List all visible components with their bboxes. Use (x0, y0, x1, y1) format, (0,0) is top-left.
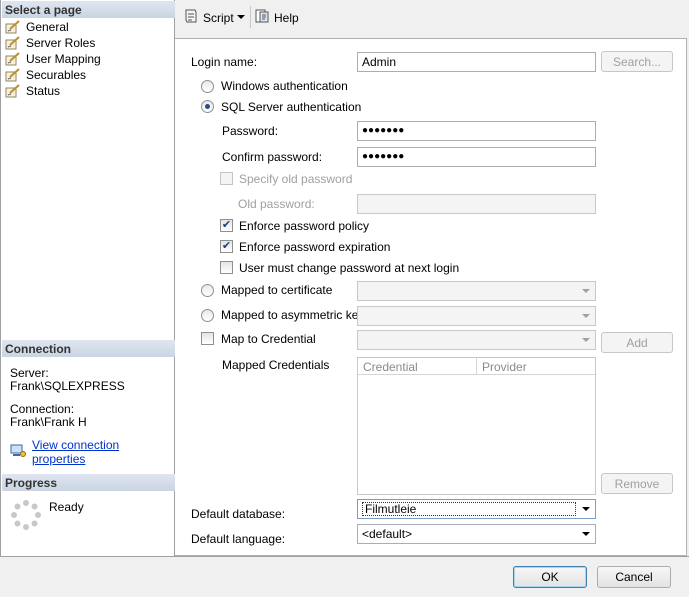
login-name-label: Login name: (191, 55, 258, 69)
script-dropdown-icon[interactable] (237, 15, 245, 19)
search-button[interactable]: Search... (601, 51, 673, 72)
enforce-expiration-checkbox[interactable]: ✔ (220, 240, 233, 253)
page-icon (5, 84, 21, 98)
enforce-expiration-label: Enforce password expiration (239, 240, 391, 254)
progress-status: Ready (49, 500, 84, 514)
server-value: Frank\SQLEXPRESS (10, 379, 125, 393)
default-database-value: Filmutleie (362, 502, 576, 516)
remove-credential-button[interactable]: Remove (601, 473, 673, 494)
help-label: Help (274, 10, 299, 25)
general-page: Login name: Admin Search... Windows auth… (175, 38, 687, 556)
must-change-label: User must change password at next login (239, 261, 460, 275)
page-icon (5, 36, 21, 50)
page-item-label: User Mapping (26, 52, 101, 66)
page-item-label: Securables (26, 68, 87, 82)
toolbar-divider (250, 6, 251, 28)
must-change-checkbox[interactable] (220, 261, 233, 274)
mapped-asym-radio[interactable] (201, 309, 214, 322)
view-connection-properties[interactable]: View connection properties (10, 438, 174, 466)
credential-combo[interactable] (357, 330, 596, 350)
connection-header: Connection (2, 340, 175, 357)
footer-divider (0, 556, 689, 557)
chevron-down-icon (582, 532, 590, 536)
page-icon (5, 52, 21, 66)
windows-auth-label: Windows authentication (221, 79, 348, 93)
ok-button[interactable]: OK (513, 566, 587, 588)
map-credential-label: Map to Credential (221, 332, 316, 346)
page-item-label: General (26, 20, 69, 34)
connection-properties-icon (10, 444, 26, 461)
progress-spinner-icon (10, 499, 42, 534)
mapped-credentials-label: Mapped Credentials (222, 358, 330, 372)
sql-auth-label: SQL Server authentication (221, 100, 362, 114)
grid-header: Credential Provider (358, 358, 595, 375)
select-page-header: Select a page (2, 1, 175, 18)
enforce-policy-checkbox[interactable]: ✔ (220, 219, 233, 232)
script-button[interactable]: Script (183, 8, 234, 27)
chevron-down-icon (582, 289, 590, 293)
default-database-combo[interactable]: Filmutleie (357, 499, 596, 519)
windows-auth-radio[interactable] (201, 80, 214, 93)
page-item-user-mapping[interactable]: User Mapping (5, 51, 101, 67)
add-credential-button[interactable]: Add (601, 332, 673, 353)
cancel-button[interactable]: Cancel (597, 566, 671, 588)
default-database-label: Default database: (191, 507, 286, 521)
grid-col-provider[interactable]: Provider (477, 358, 595, 374)
script-icon (183, 8, 199, 27)
chevron-down-icon (582, 507, 590, 511)
mapped-cert-label: Mapped to certificate (221, 283, 333, 297)
connection-value: Frank\Frank H (10, 415, 87, 429)
specify-old-password-label: Specify old password (239, 172, 353, 186)
confirm-password-label: Confirm password: (222, 150, 323, 164)
specify-old-password-checkbox[interactable] (220, 172, 233, 185)
password-label: Password: (222, 124, 279, 138)
chevron-down-icon (582, 338, 590, 342)
old-password-input[interactable] (357, 194, 596, 214)
help-icon (254, 8, 270, 27)
old-password-label: Old password: (238, 197, 315, 211)
page-icon (5, 68, 21, 82)
page-icon (5, 20, 21, 34)
map-credential-checkbox[interactable] (201, 332, 214, 345)
default-language-combo[interactable]: <default> (357, 524, 596, 544)
mapped-cert-radio[interactable] (201, 284, 214, 297)
chevron-down-icon (582, 314, 590, 318)
sql-auth-radio[interactable] (201, 100, 214, 113)
script-label: Script (203, 10, 234, 25)
mapped-asym-label: Mapped to asymmetric key (221, 308, 365, 322)
mapped-credentials-grid[interactable]: Credential Provider (357, 357, 596, 495)
password-input[interactable]: ●●●●●●● (357, 121, 596, 141)
grid-col-credential[interactable]: Credential (358, 358, 477, 374)
enforce-policy-label: Enforce password policy (239, 219, 370, 233)
view-connection-link[interactable]: View connection properties (32, 438, 174, 466)
left-pane: Select a page General Server Roles User … (0, 0, 175, 556)
certificate-combo[interactable] (357, 281, 596, 301)
page-item-status[interactable]: Status (5, 83, 60, 99)
page-item-securables[interactable]: Securables (5, 67, 86, 83)
default-language-label: Default language: (191, 532, 286, 546)
page-item-general[interactable]: General (5, 19, 69, 35)
login-name-input[interactable]: Admin (357, 52, 596, 72)
progress-header: Progress (2, 474, 175, 491)
asymmetric-key-combo[interactable] (357, 306, 596, 326)
page-item-server-roles[interactable]: Server Roles (5, 35, 95, 51)
page-item-label: Status (26, 84, 61, 98)
page-item-label: Server Roles (26, 36, 96, 50)
default-language-value: <default> (362, 527, 413, 541)
confirm-password-input[interactable]: ●●●●●●● (357, 147, 596, 167)
help-button[interactable]: Help (254, 8, 299, 27)
